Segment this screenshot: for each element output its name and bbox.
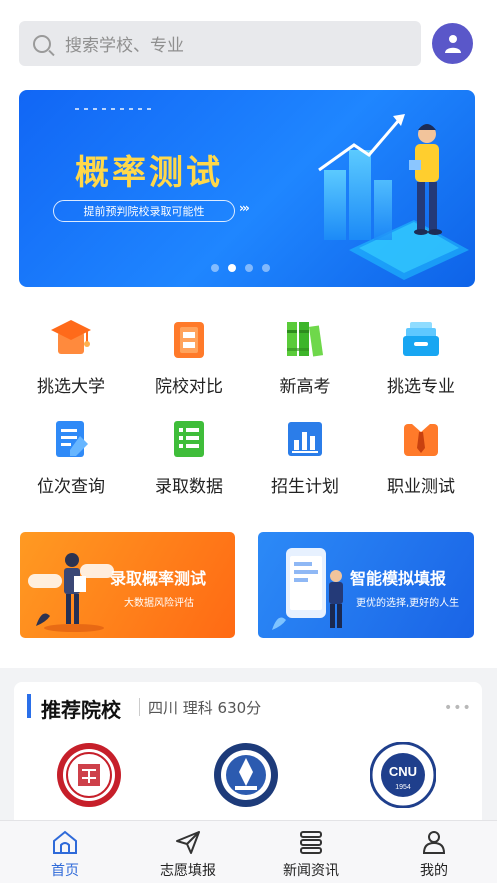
banner-title: 概率测试 — [75, 153, 223, 193]
promo-right-title: 智能模拟填报 — [350, 569, 447, 588]
nav-label: 首页 — [51, 863, 79, 879]
grid-item-label: 招生计划 — [271, 477, 339, 497]
section-accent-bar — [27, 694, 31, 718]
cnu-seal-icon[interactable]: CNU 1954 — [370, 742, 436, 808]
banner-pager[interactable] — [211, 264, 270, 272]
pager-dot[interactable] — [228, 264, 236, 272]
compare-document-icon — [174, 322, 204, 358]
grid-item-choose-major[interactable]: 挑选专业 — [366, 318, 476, 398]
send-icon — [176, 831, 200, 854]
list-document-icon — [174, 421, 204, 457]
pager-dot[interactable] — [262, 264, 270, 272]
phone-person-illustration — [272, 548, 343, 630]
promo-right-subtitle: 更优的选择,更好的人生 — [356, 598, 460, 609]
search-icon — [33, 34, 51, 53]
nav-application[interactable]: 志愿填报 — [138, 821, 238, 883]
promo-smart-fill[interactable]: 智能模拟填报 更优的选择,更好的人生 — [258, 532, 474, 638]
promo-left-title: 录取概率测试 — [110, 569, 207, 588]
grid-item-enrollment-plan[interactable]: 招生计划 — [250, 418, 360, 498]
grid-item-school-compare[interactable]: 院校对比 — [134, 318, 244, 398]
banner-subtitle: 提前预判院校录取可能性 — [83, 205, 205, 218]
promo-left-subtitle: 大数据风险评估 — [124, 598, 194, 609]
banner-decoration — [75, 108, 151, 110]
recommend-filter[interactable]: 四川 理科 630分 — [148, 697, 261, 718]
bottom-nav: 首页 志愿填报 新闻资讯 我的 — [0, 820, 497, 883]
nav-news[interactable]: 新闻资讯 — [261, 821, 361, 883]
grid-item-label: 职业测试 — [387, 477, 455, 497]
books-icon — [287, 322, 324, 357]
nav-label: 我的 — [420, 863, 448, 879]
divider — [139, 698, 140, 716]
grid-item-choose-university[interactable]: 挑选大学 — [16, 318, 126, 398]
home-icon — [53, 830, 77, 854]
edit-document-icon — [56, 421, 88, 457]
banner-subtitle-pill[interactable]: 提前预判院校录取可能性 — [53, 200, 235, 222]
nav-mine[interactable]: 我的 — [384, 821, 484, 883]
user-avatar-button[interactable] — [432, 23, 473, 64]
grid-item-label: 挑选专业 — [387, 377, 455, 397]
grid-item-new-gaokao[interactable]: 新高考 — [250, 318, 360, 398]
pager-dot[interactable] — [245, 264, 253, 272]
person-icon — [422, 831, 446, 854]
feature-grid: 挑选大学 院校对比 新高考 挑选专业 位次查询 录取数据 招生计划 职业测试 — [0, 318, 497, 508]
search-placeholder: 搜索学校、专业 — [65, 36, 184, 56]
news-icon — [300, 831, 322, 854]
inbox-tray-icon — [403, 322, 439, 356]
necktie-shirt-icon — [404, 424, 438, 456]
cnu-seal-year: 1954 — [395, 784, 411, 791]
person-reading-illustration — [28, 553, 114, 632]
grid-item-label: 挑选大学 — [37, 377, 105, 397]
grid-item-label: 位次查询 — [37, 477, 105, 497]
nav-label: 志愿填报 — [160, 863, 216, 879]
more-icon[interactable]: ••• — [444, 700, 472, 716]
fu-seal-icon[interactable] — [56, 742, 122, 808]
grid-item-label: 院校对比 — [155, 377, 223, 397]
grid-item-career-test[interactable]: 职业测试 — [366, 418, 476, 498]
promo-admission-test[interactable]: 录取概率测试 大数据风险评估 — [20, 532, 235, 638]
nav-label: 新闻资讯 — [283, 863, 339, 879]
banner-illustration — [318, 114, 469, 280]
search-bar[interactable]: 搜索学校、专业 — [19, 21, 421, 66]
pager-dot[interactable] — [211, 264, 219, 272]
banner-arrows: ››› — [239, 201, 250, 215]
graduation-cap-icon — [51, 320, 91, 354]
grid-item-label: 录取数据 — [155, 477, 223, 497]
banner-carousel[interactable]: 概率测试 提前预判院校录取可能性 ››› — [19, 90, 475, 287]
nav-home[interactable]: 首页 — [15, 821, 115, 883]
bar-chart-icon — [288, 422, 322, 456]
grid-item-rank-query[interactable]: 位次查询 — [16, 418, 126, 498]
user-icon — [444, 34, 461, 53]
university-seal-icon[interactable] — [213, 742, 279, 808]
grid-item-label: 新高考 — [279, 377, 331, 397]
grid-item-admission-data[interactable]: 录取数据 — [134, 418, 244, 498]
recommend-title: 推荐院校 — [41, 698, 121, 722]
cnu-seal-text: CNU — [389, 764, 417, 779]
